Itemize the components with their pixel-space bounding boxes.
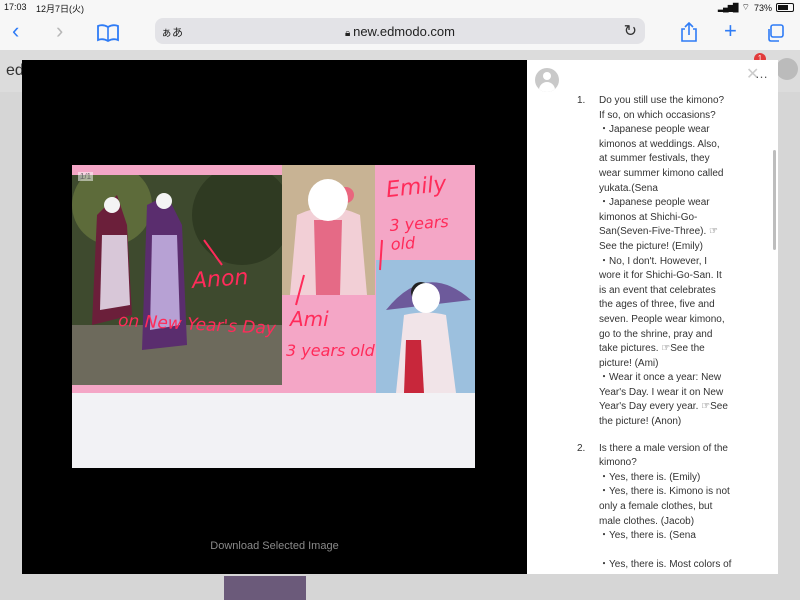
question-text-line: ・Wear it once a year: New: [599, 372, 722, 384]
battery-percent: 73%: [753, 2, 772, 13]
status-right: ▂▄▆█ ⌔ 73%: [718, 2, 794, 13]
status-time: 17:03: [4, 2, 27, 12]
background-thumbnail: [224, 576, 306, 600]
question-text-line: ・Yes, there is. Most colors of: [599, 559, 732, 571]
reload-icon[interactable]: ↻: [624, 21, 637, 41]
user-avatar-icon: [535, 68, 559, 92]
battery-fill: [778, 5, 789, 10]
download-image-link[interactable]: Download Selected Image: [22, 540, 527, 552]
url-label: new.edmodo.com: [353, 24, 455, 39]
wifi-icon: ⌔: [741, 2, 750, 12]
question-text-line: the ages of three, five and: [599, 299, 715, 311]
question-item: 2. Is there a male version of the kimono? ・…: [577, 442, 739, 573]
question-text-line: ・Yes, there is. (Sena: [599, 530, 696, 542]
scrollbar[interactable]: [773, 150, 776, 250]
question-text-line: San(Seven-Five-Three). ☞: [599, 226, 719, 238]
page-indicator: 1/1: [78, 172, 94, 181]
question-text-line: Year's Day every year. ☞See: [599, 401, 728, 413]
question-text-line: Year's Day. I wear it on New: [599, 386, 724, 398]
question-text-line: kimonos at weddings. Also,: [599, 138, 720, 150]
question-text-line: If so, on which occasions?: [599, 109, 716, 121]
arrow-marks: [203, 239, 383, 306]
question-text-line: seven. People wear kimono,: [599, 313, 725, 325]
question-text-line: ・Yes, there is. Kimono is not: [599, 486, 730, 498]
question-text-line: See the picture! (Emily): [599, 240, 703, 252]
post-panel: ✕ … 1. Do you still use the kimono? If so,…: [527, 60, 778, 574]
forward-icon[interactable]: ›: [56, 18, 63, 44]
question-text-line: ・No, I don't. However, I: [599, 255, 708, 267]
question-text-line: ・Japanese people wear: [599, 197, 710, 209]
question-text-line: Is there a male version of the: [599, 442, 728, 454]
slide-image: Anon on New Year's Day Ami 3 years old E…: [72, 165, 475, 468]
status-bar: 17:03 12月7日(火) ▂▄▆█ ⌔ 73%: [0, 0, 800, 14]
photo-collage: Anon on New Year's Day Ami 3 years old E…: [72, 165, 475, 393]
battery-icon: [776, 3, 794, 12]
question-text-line: take pictures. ☞See the: [599, 343, 705, 355]
question-text-line: go to the shrine, pray and: [599, 328, 713, 340]
more-options-icon[interactable]: …: [755, 66, 768, 81]
question-text-line: Do you still use the kimono?: [599, 95, 725, 106]
signal-icon: ▂▄▆█: [717, 3, 739, 12]
question-text-line: the picture! (Anon): [599, 416, 682, 428]
share-icon[interactable]: [680, 21, 698, 48]
question-number: 1.: [577, 95, 586, 106]
question-text-line: kimono?: [599, 457, 637, 469]
question-text-line: male clothes. (Jacob): [599, 515, 695, 527]
question-text-line: only a female clothes, but: [599, 501, 713, 513]
back-icon[interactable]: ‹: [12, 18, 19, 44]
question-item: 1. Do you still use the kimono? If so, on …: [577, 94, 739, 430]
question-text-line: at summer festivals, they: [599, 153, 710, 165]
tabs-icon[interactable]: [766, 22, 784, 48]
address-bar[interactable]: ぁあ 🔒︎ new.edmodo.com ↻: [155, 18, 645, 44]
question-text-line: is an event that celebrates: [599, 284, 716, 296]
url-text: 🔒︎ new.edmodo.com: [155, 24, 645, 39]
bookmarks-icon[interactable]: [97, 22, 119, 48]
question-text-line: wore it for Shichi-Go-San. It: [599, 270, 722, 282]
question-text-line: wear summer kimono called: [599, 167, 724, 179]
header-avatar[interactable]: [776, 58, 798, 80]
question-text-line: picture! (Ami): [599, 357, 659, 369]
question-text-line: ・Japanese people wear: [599, 124, 710, 136]
post-text: 1. Do you still use the kimono? If so, on …: [577, 94, 739, 573]
question-number: 2.: [577, 442, 586, 454]
question-text-line: [599, 544, 739, 559]
lock-icon: 🔒︎: [344, 28, 354, 39]
browser-toolbar: ‹ › ぁあ 🔒︎ new.edmodo.com ↻ +: [0, 14, 800, 50]
question-text-line: kimonos at Shichi-Go-: [599, 211, 698, 223]
new-tab-icon[interactable]: +: [724, 18, 737, 44]
question-text-line: ・Yes, there is. (Emily): [599, 471, 701, 483]
question-text-line: yukata.(Sena: [599, 182, 658, 194]
